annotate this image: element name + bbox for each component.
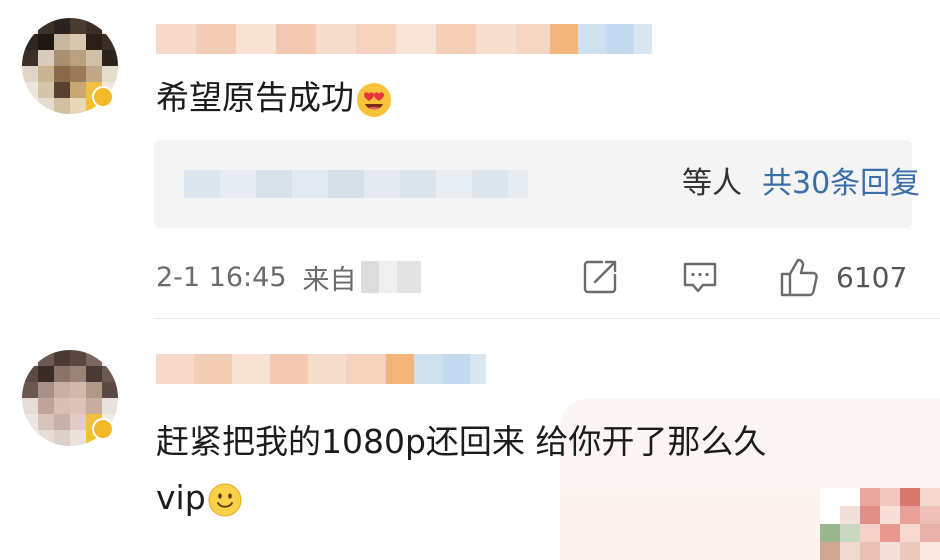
username[interactable]: [156, 22, 652, 56]
share-icon: [583, 260, 617, 294]
thumbs-up-icon: [780, 258, 818, 297]
comment-icon: [683, 262, 717, 293]
verified-badge-icon: [92, 418, 114, 440]
comment-text: 赶紧把我的1080p还回来 给你开了那么久: [156, 422, 767, 461]
comment-button[interactable]: [680, 252, 720, 302]
username[interactable]: [156, 352, 486, 386]
reply-usernames: [184, 170, 528, 198]
chevron-right-icon[interactable]: [935, 173, 940, 192]
source-device: [360, 261, 421, 293]
comment-text: 希望原告成功: [156, 70, 392, 126]
heart-eyes-emoji: [357, 82, 391, 117]
timestamp: 2-1 16:45: [156, 261, 287, 293]
source-label: 来自: [302, 264, 357, 296]
reply-suffix: 等人: [682, 166, 742, 201]
divider: [154, 318, 940, 319]
comment-meta: 2-1 16:45 来自: [156, 252, 421, 302]
verified-badge-icon: [92, 86, 114, 108]
share-button[interactable]: [580, 252, 620, 302]
reply-preview[interactable]: 等人 共30条回复: [154, 140, 940, 228]
smiley-emoji: [208, 483, 242, 516]
reply-count-link[interactable]: 共30条回复: [762, 166, 920, 201]
blurred-sticker: [820, 488, 940, 560]
like-button[interactable]: 6107: [778, 252, 907, 302]
like-count: 6107: [836, 260, 908, 294]
comment-text-continued: vip: [156, 470, 242, 526]
